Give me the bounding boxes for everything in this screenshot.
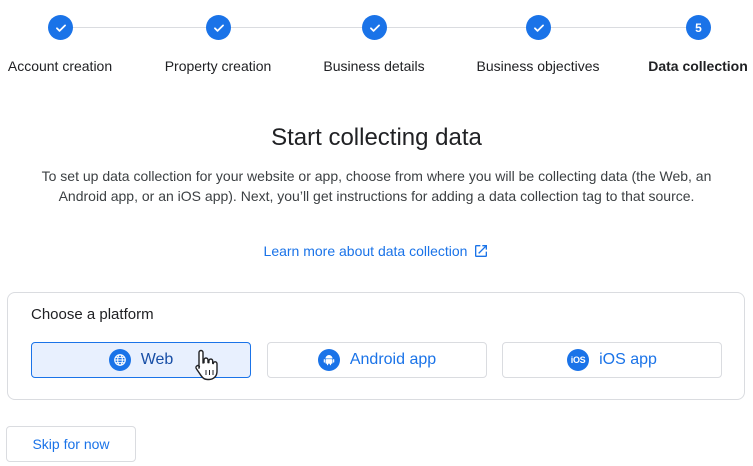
ios-platform-label: iOS app [599,351,657,368]
page-title: Start collecting data [271,124,482,151]
android-platform-button[interactable]: Android app [267,342,487,378]
step-4-check-icon [526,15,551,40]
ios-icon-text: iOS [570,355,586,365]
globe-icon [108,349,131,371]
step-label-business-objectives: Business objectives [476,58,600,74]
hand-pointer-cursor-icon [195,349,218,381]
ios-platform-button[interactable]: iOS iOS app [502,342,722,378]
page-description: To set up data collection for your websi… [41,168,712,204]
learn-more-link[interactable]: Learn more about data collection [0,243,753,259]
stepper-connector [386,27,526,28]
learn-more-label: Learn more about data collection [263,243,468,259]
stepper-connector [230,27,362,28]
step-label-property-creation: Property creation [164,58,272,74]
step-label-account-creation: Account creation [7,58,113,74]
stepper-connector [72,27,206,28]
setup-page: 5 Account creation Property creation Bus… [0,0,753,466]
step-1-check-icon [48,15,73,40]
step-5-number: 5 [686,15,711,40]
step-3-check-icon [362,15,387,40]
android-icon [317,349,340,371]
step-2-check-icon [206,15,231,40]
platform-card: Choose a platform Web Android app iOS iO… [7,292,745,400]
web-platform-label: Web [140,351,174,368]
skip-for-now-button[interactable]: Skip for now [6,426,136,462]
android-platform-label: Android app [349,351,437,368]
step-label-business-details: Business details [323,58,425,74]
platform-card-title: Choose a platform [31,306,154,323]
step-label-data-collection: Data collection [648,58,748,74]
ios-icon: iOS [567,349,590,371]
open-in-new-icon [475,245,488,257]
stepper-connector [550,27,686,28]
